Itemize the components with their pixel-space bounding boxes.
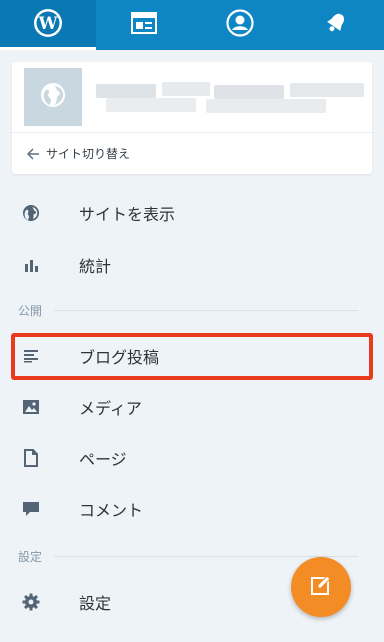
menu-item-view-site[interactable]: サイトを表示: [0, 188, 384, 238]
current-site-row[interactable]: [12, 62, 372, 132]
globe-icon: [21, 203, 41, 223]
top-navigation-bar: W: [0, 0, 384, 50]
comment-icon: [21, 499, 41, 519]
site-card: サイト切り替え: [12, 62, 372, 174]
section-publish-label: 公開: [18, 303, 43, 318]
menu-item-media[interactable]: メディア: [0, 382, 384, 432]
comments-label: コメント: [79, 501, 144, 520]
section-divider: [54, 309, 358, 311]
tab-reader[interactable]: [96, 0, 192, 50]
reader-icon: [131, 12, 157, 38]
gear-icon: [21, 592, 41, 612]
switch-site-label: サイト切り替え: [46, 147, 131, 161]
compose-fab-button[interactable]: [291, 557, 351, 617]
compose-icon: [310, 574, 332, 600]
bar-chart-icon: [21, 255, 41, 275]
wordpress-logo-icon: W: [32, 7, 64, 43]
settings-label: 設定: [79, 594, 112, 613]
section-header-publish: 公開: [18, 300, 358, 320]
menu-item-comments[interactable]: コメント: [0, 484, 384, 534]
pages-label: ページ: [79, 450, 127, 469]
globe-icon: [39, 81, 67, 113]
profile-icon: [226, 9, 254, 41]
view-site-label: サイトを表示: [79, 205, 176, 224]
switch-site-link[interactable]: サイト切り替え: [12, 133, 372, 174]
tab-my-sites[interactable]: W: [0, 0, 96, 50]
highlight-annotation: [11, 333, 373, 380]
image-icon: [21, 397, 41, 417]
site-name-blurred: [96, 82, 366, 113]
section-settings-label: 設定: [18, 549, 43, 564]
tab-me[interactable]: [192, 0, 288, 50]
site-icon: [24, 68, 82, 126]
stats-label: 統計: [79, 257, 112, 276]
tab-notifications[interactable]: [288, 0, 384, 50]
arrow-left-icon: [26, 147, 40, 161]
page-icon: [21, 448, 41, 468]
menu-item-stats[interactable]: 統計: [0, 240, 384, 290]
svg-text:W: W: [37, 14, 58, 34]
section-divider: [54, 555, 358, 557]
notifications-bell-icon: [322, 9, 350, 41]
menu-item-pages[interactable]: ページ: [0, 433, 384, 483]
media-label: メディア: [79, 399, 142, 418]
